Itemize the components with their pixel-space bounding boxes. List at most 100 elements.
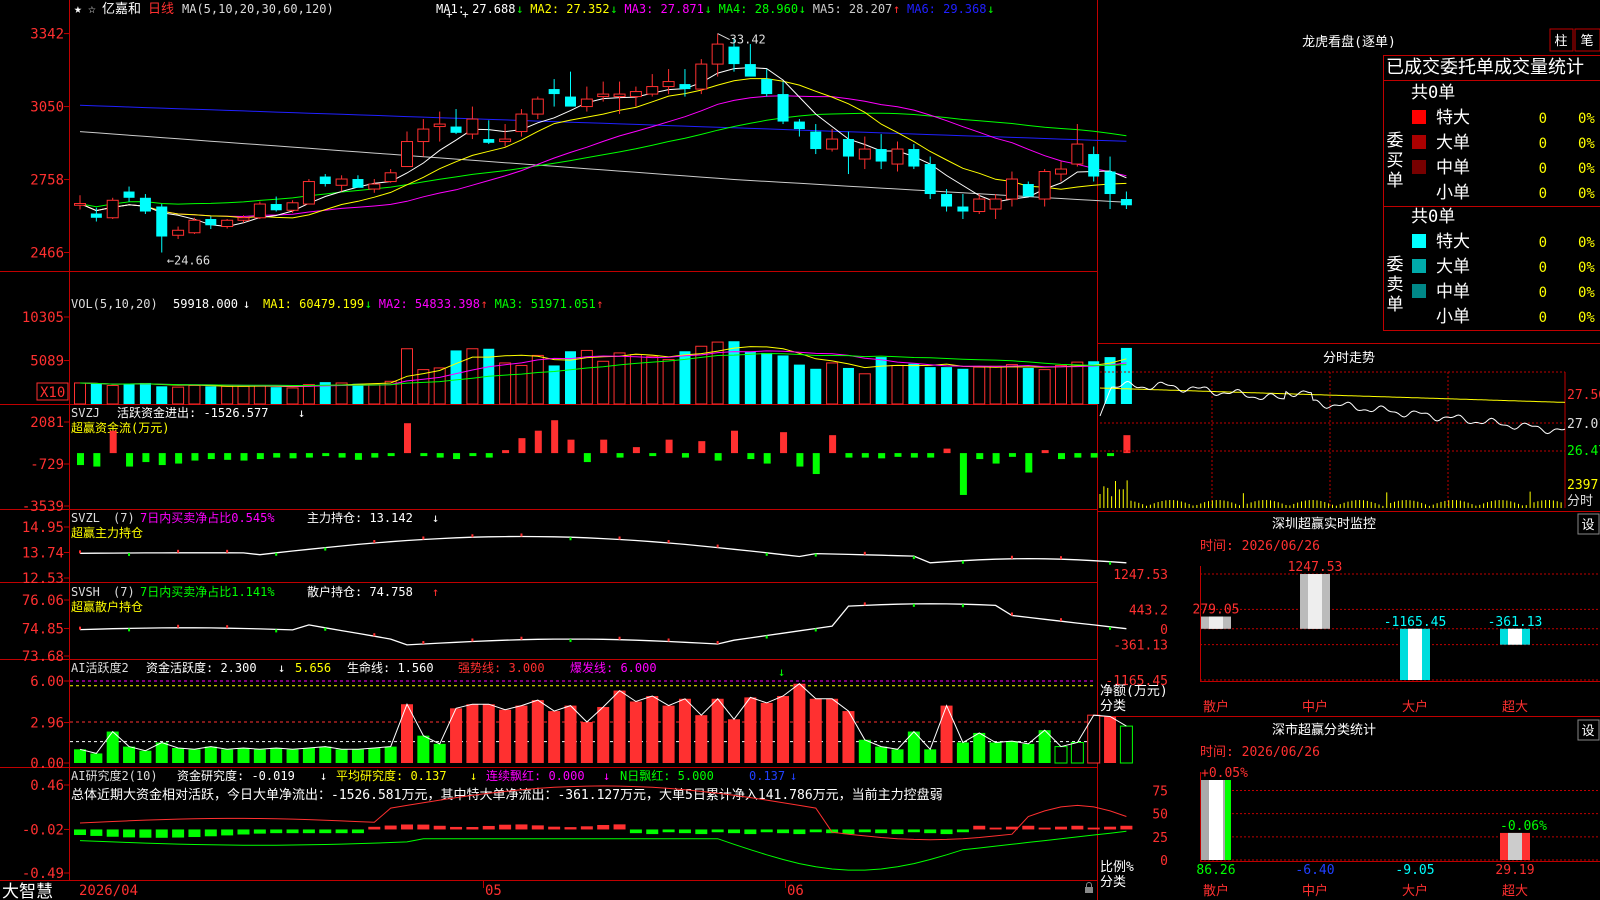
- candle-body: [1038, 171, 1051, 200]
- monitor-title: 深圳超赢实时监控: [1272, 516, 1376, 532]
- stock-name[interactable]: 亿嘉和: [102, 2, 141, 17]
- stats-title: 已成交委托单成交量统计: [1386, 57, 1584, 78]
- star-icon[interactable]: ★: [74, 2, 82, 17]
- svzj-bar: [1107, 453, 1115, 457]
- volume-bar: [924, 367, 936, 404]
- tick-button-label: 笔: [1580, 33, 1593, 49]
- order-group-label: 委: [1387, 255, 1404, 275]
- vol-tick: 10305: [22, 310, 64, 326]
- ai-bar: [270, 747, 283, 763]
- svzj-bar: [910, 453, 918, 458]
- air-bar: [1071, 825, 1084, 830]
- order-row-count: 0: [1539, 136, 1547, 152]
- air-bar: [858, 829, 871, 833]
- order-row-pct: 0%: [1578, 186, 1595, 202]
- monitor-bar-shine: [1209, 616, 1223, 629]
- air-bar: [629, 829, 642, 834]
- svzj-bar: [77, 453, 84, 466]
- svzj-axis: 2081 -729 -3539: [22, 415, 69, 515]
- air-bar: [253, 829, 266, 834]
- air-bar: [613, 824, 626, 830]
- volume-bar: [858, 373, 871, 405]
- price-tick: 2758: [30, 173, 64, 189]
- volume-bar: [1071, 361, 1084, 405]
- candle-body: [1005, 178, 1018, 200]
- ai-bar: [1070, 742, 1084, 764]
- ai-bar: [351, 749, 364, 763]
- class-y-tick: 25: [1152, 831, 1168, 846]
- ex-right-marker: +: [462, 8, 469, 21]
- ai-bar: [1119, 725, 1133, 764]
- svsh-line-path: [79, 603, 1127, 646]
- order-color-swatch: [1412, 160, 1426, 174]
- candle-body: [695, 63, 708, 90]
- candle-body: [908, 149, 920, 167]
- svsh-line-tick: 74.85: [22, 621, 64, 637]
- svzj-tick: 2081: [30, 415, 64, 431]
- monitor-bar-label: 1247.53: [1288, 560, 1343, 575]
- class-bar-shine: [1508, 832, 1522, 860]
- volume-bar: [1055, 364, 1067, 405]
- ai-bar: [597, 706, 610, 763]
- lock-icon[interactable]: [1085, 882, 1093, 894]
- air-bar: [499, 824, 512, 830]
- monitor-bar-label: 279.05: [1193, 603, 1240, 618]
- period-label[interactable]: 日线: [148, 2, 174, 17]
- candle-body: [1071, 143, 1084, 165]
- order-row-name: 特大: [1436, 232, 1470, 252]
- candle-body: [483, 139, 495, 143]
- ai-bar: [139, 750, 152, 763]
- volume-bar: [597, 360, 610, 405]
- low-label: ←24.66: [167, 254, 210, 268]
- air-bar: [515, 824, 528, 830]
- air-bar: [155, 829, 168, 838]
- ai-research-header: AI研究度2(10) 资金研究度: -0.019 ↓ 平均研究度: 0.137 …: [71, 768, 943, 803]
- class-top-label: -0.06%: [1500, 819, 1547, 834]
- svzj-bar: [191, 453, 199, 461]
- bottom-bar: 大智慧 2026/04 05 06: [2, 880, 1093, 900]
- ma-arrow-1: ↓: [516, 2, 523, 16]
- vol-value: 59918.000: [173, 297, 238, 311]
- svzl-line-tick: 13.74: [22, 546, 64, 562]
- volume-bar: [973, 366, 986, 405]
- svsh-holding: 散户持仓: 74.758: [307, 584, 413, 599]
- svzj-bar: [796, 453, 804, 467]
- svzj-bar: [289, 453, 297, 459]
- ai-active-axis: 6.00 2.96 0.00: [30, 674, 69, 772]
- svzj-bar: [665, 439, 673, 454]
- air-bar: [777, 829, 790, 834]
- air-bar: [1104, 826, 1117, 830]
- candle-body: [679, 84, 691, 90]
- svzl-line-tick: 12.53: [22, 571, 64, 587]
- ma-arrow-4: ↓: [799, 2, 806, 16]
- svzj-bar: [763, 453, 771, 464]
- svzj-bar: [616, 453, 624, 458]
- ai-active-bars: ↓: [70, 665, 1133, 764]
- candle-body: [565, 96, 576, 107]
- svzj-bar: [354, 453, 362, 460]
- ai-bar: [1104, 716, 1117, 763]
- volume-bar: [106, 384, 119, 405]
- ai-bar: [384, 746, 397, 763]
- high-pointer: [717, 33, 730, 41]
- vol-tick: 5089: [30, 354, 64, 370]
- app-name: 大智慧: [2, 882, 53, 900]
- ma-arrow-2: ↓: [610, 2, 617, 16]
- air-bar: [695, 829, 708, 835]
- volume-bar: [531, 354, 544, 405]
- volume-bar: [842, 367, 854, 404]
- volume-bar: [156, 386, 168, 404]
- ai-bar: [629, 701, 642, 763]
- volume-bar: [433, 367, 446, 405]
- volume-bar: [629, 354, 642, 405]
- ma-label-4: MA4: 28.960: [719, 2, 798, 16]
- ai-bar: [172, 747, 185, 763]
- order-group-label: 卖: [1387, 275, 1404, 295]
- volume-bar: [793, 364, 805, 404]
- svzj-bar: [551, 420, 559, 454]
- ai-bar: [1005, 741, 1018, 763]
- air-bar: [760, 829, 773, 833]
- volume-bar: [957, 368, 969, 404]
- svzl-ratio: 7日内买卖净占比0.545%: [140, 510, 275, 525]
- ai-bar: [858, 739, 871, 763]
